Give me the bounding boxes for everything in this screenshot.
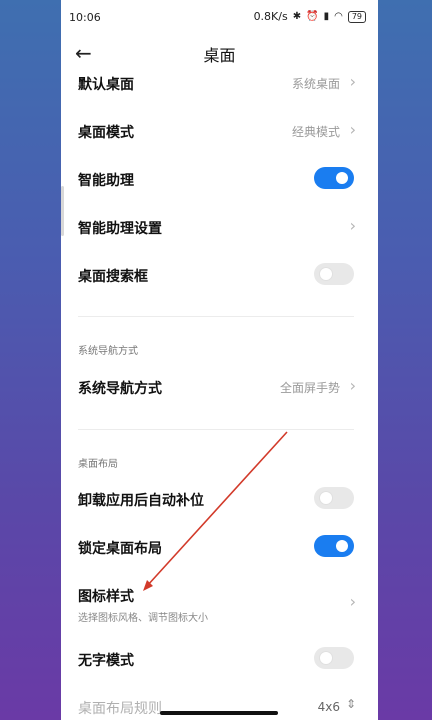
phone-screen: 10:06 0.8K/s ✱ ⏰ ▮ ◠ 79 ← 桌面 默认桌面 系统桌面 ›… bbox=[61, 0, 378, 720]
annotation-arrow-icon bbox=[143, 431, 288, 591]
